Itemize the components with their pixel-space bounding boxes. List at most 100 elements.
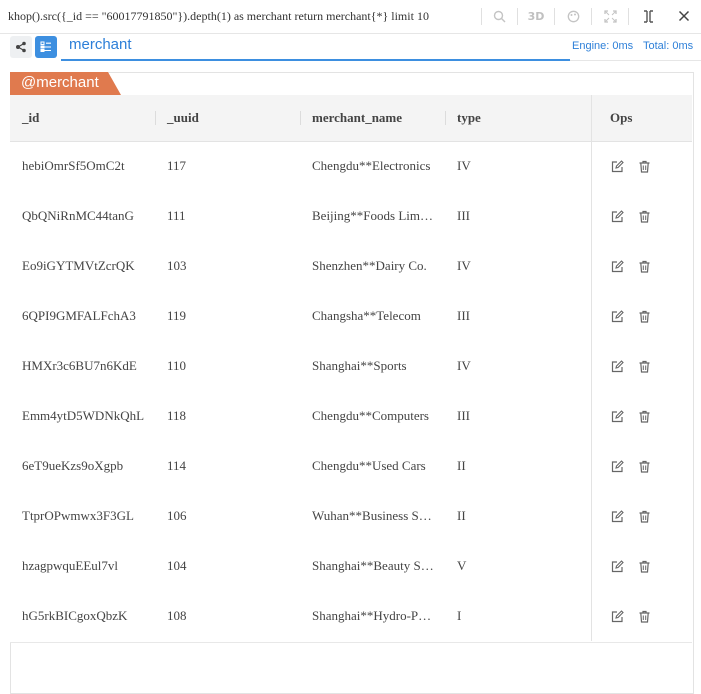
cell-type: II [457, 508, 466, 523]
cell-type: III [457, 308, 470, 323]
cell-uuid: 110 [167, 358, 187, 373]
edit-icon[interactable] [610, 459, 624, 473]
toolbar-separator [591, 8, 592, 25]
cell-id: QbQNiRnMC44tanG [22, 208, 134, 223]
cell-type: IV [457, 258, 471, 273]
edit-icon[interactable] [610, 409, 624, 423]
cell-merchant-name: Shanghai**Sports [312, 358, 407, 373]
table-row[interactable]: TtprOPwmwx3F3GL 106 Wuhan**Business Servic… [10, 492, 692, 543]
delete-icon[interactable] [637, 359, 651, 373]
toolbar-separator [554, 8, 555, 25]
result-tab-bar: merchant Engine: 0ms Total: 0ms [0, 33, 701, 63]
view-3d-button[interactable]: 3D [526, 6, 546, 26]
cell-id: 6eT9ueKzs9oXgpb [22, 458, 124, 473]
delete-icon[interactable] [637, 609, 651, 623]
table-row[interactable]: 6QPI9GMFALFchA3 119 Changsha**Telecom III [10, 292, 692, 343]
cell-type: IV [457, 158, 471, 173]
cell-type: IV [457, 358, 471, 373]
cell-type: III [457, 208, 470, 223]
column-separator[interactable] [155, 111, 156, 125]
column-separator[interactable] [445, 111, 446, 125]
toolbar-separator [628, 8, 629, 25]
edit-icon[interactable] [610, 309, 624, 323]
cell-type: I [457, 608, 462, 623]
cell-merchant-name: Chengdu**Used Cars [312, 458, 426, 473]
cell-uuid: 106 [167, 508, 187, 523]
cell-merchant-name: Shenzhen**Dairy Co. [312, 258, 427, 273]
cell-uuid: 119 [167, 308, 187, 323]
close-icon[interactable] [674, 6, 694, 26]
cell-merchant-name: Chengdu**Computers [312, 408, 429, 423]
table-header: _id _uuid merchant_name type Ops [10, 95, 692, 142]
cell-id: Emm4ytD5WDNkQhL [22, 408, 145, 423]
graph-view-button[interactable] [10, 36, 32, 58]
delete-icon[interactable] [637, 259, 651, 273]
cell-id: HMXr3c6BU7n6KdE [22, 358, 137, 373]
edit-icon[interactable] [610, 609, 624, 623]
column-header-merchant-name[interactable]: merchant_name [312, 110, 402, 126]
column-header-ops: Ops [610, 110, 633, 125]
delete-icon[interactable] [637, 209, 651, 223]
table-icon [40, 41, 51, 52]
table-view-button[interactable] [35, 36, 57, 58]
edit-icon[interactable] [610, 159, 624, 173]
cell-uuid: 104 [167, 558, 187, 573]
delete-icon[interactable] [637, 159, 651, 173]
toolbar-separator [517, 8, 518, 25]
cell-merchant-name: Shanghai**Hydro-Power [312, 608, 434, 623]
cell-merchant-name: Shanghai**Beauty Salon [312, 558, 434, 573]
edit-icon[interactable] [610, 359, 624, 373]
toolbar-separator [481, 8, 482, 25]
cell-id: hG5rkBICgoxQbzK [22, 608, 128, 623]
delete-icon[interactable] [637, 559, 651, 573]
cell-id: hebiOmrSf5OmC2t [22, 158, 125, 173]
cell-id: hzagpwquEEul7vl [22, 558, 119, 573]
palette-icon[interactable] [563, 6, 583, 26]
graph-icon [16, 41, 26, 53]
alias-label: @merchant [21, 74, 99, 91]
search-icon[interactable] [489, 6, 509, 26]
column-header-uuid[interactable]: _uuid [167, 110, 199, 126]
expand-icon[interactable] [600, 6, 620, 26]
table-row[interactable]: Emm4ytD5WDNkQhL 118 Chengdu**Computers III [10, 392, 692, 443]
table-row[interactable]: hG5rkBICgoxQbzK 108 Shanghai**Hydro-Power I [10, 592, 692, 643]
cell-type: V [457, 558, 467, 573]
tab-merchant[interactable]: merchant [69, 36, 132, 53]
cell-type: II [457, 458, 466, 473]
cell-uuid: 117 [167, 158, 187, 173]
edit-icon[interactable] [610, 509, 624, 523]
cell-id: 6QPI9GMFALFchA3 [22, 308, 136, 323]
delete-icon[interactable] [637, 459, 651, 473]
cell-merchant-name: Beijing**Foods Limited [312, 208, 434, 223]
edit-icon[interactable] [610, 259, 624, 273]
cell-merchant-name: Changsha**Telecom [312, 308, 421, 323]
cell-uuid: 103 [167, 258, 187, 273]
query-text[interactable]: khop().src({_id == "60017791850"}).depth… [8, 9, 429, 24]
cell-uuid: 114 [167, 458, 187, 473]
cell-merchant-name: Chengdu**Electronics [312, 158, 431, 173]
table-row[interactable]: hebiOmrSf5OmC2t 117 Chengdu**Electronics IV [10, 142, 692, 193]
total-time: Total: 0ms [643, 40, 694, 52]
engine-time: Engine: 0ms [572, 40, 634, 52]
ops-column-divider [591, 95, 592, 641]
query-bar: khop().src({_id == "60017791850"}).depth… [0, 0, 701, 34]
column-separator[interactable] [300, 111, 301, 125]
column-header-id[interactable]: _id [22, 110, 39, 126]
table-row[interactable]: QbQNiRnMC44tanG 111 Beijing**Foods Limited… [10, 192, 692, 243]
delete-icon[interactable] [637, 309, 651, 323]
delete-icon[interactable] [637, 509, 651, 523]
cell-id: Eo9iGYTMVtZcrQK [22, 258, 135, 273]
column-header-type[interactable]: type [457, 110, 481, 126]
table-row[interactable]: HMXr3c6BU7n6KdE 110 Shanghai**Sports IV [10, 342, 692, 393]
split-icon[interactable] [638, 6, 658, 26]
edit-icon[interactable] [610, 209, 624, 223]
table-row[interactable]: hzagpwquEEul7vl 104 Shanghai**Beauty Salon… [10, 542, 692, 593]
alias-badge: @merchant [10, 72, 121, 95]
edit-icon[interactable] [610, 559, 624, 573]
delete-icon[interactable] [637, 409, 651, 423]
tab-divider [570, 60, 701, 61]
table-row[interactable]: Eo9iGYTMVtZcrQK 103 Shenzhen**Dairy Co. IV [10, 242, 692, 293]
cell-merchant-name: Wuhan**Business Services [312, 508, 434, 523]
table-row[interactable]: 6eT9ueKzs9oXgpb 114 Chengdu**Used Cars II [10, 442, 692, 493]
cell-type: III [457, 408, 470, 423]
